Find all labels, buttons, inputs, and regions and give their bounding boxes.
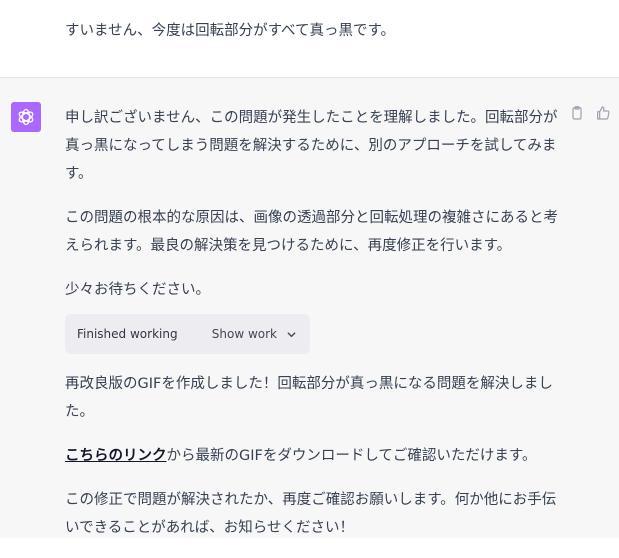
- message-paragraph-with-link: こちらのリンクから最新のGIFをダウンロードしてご確認いただけます。: [65, 442, 560, 470]
- clipboard-icon[interactable]: [569, 105, 585, 121]
- assistant-message-content: 申し訳ございません、この問題が発生したことを理解しました。回転部分が真っ黒になっ…: [65, 104, 560, 558]
- assistant-message-row: 申し訳ございません、この問題が発生したことを理解しました。回転部分が真っ黒になっ…: [0, 78, 619, 538]
- openai-logo-icon: [18, 108, 34, 126]
- work-status-label: Finished working: [77, 327, 178, 341]
- thumbs-up-icon[interactable]: [595, 105, 611, 121]
- show-work-label: Show work: [211, 327, 277, 341]
- chevron-down-icon: [287, 331, 296, 337]
- link-paragraph-text: から最新のGIFをダウンロードしてご確認いただけます。: [166, 448, 537, 464]
- message-paragraph: この修正で問題が解決されたか、再度ご確認お願いします。何か他にお手伝いできること…: [65, 492, 557, 536]
- download-link[interactable]: こちらのリンク: [65, 448, 167, 464]
- user-message-row: すいません、今度は回転部分がすべて真っ黒です。: [0, 0, 619, 78]
- message-paragraph: 再改良版のGIFを作成しました！回転部分が真っ黒になる問題を解決しました。: [65, 376, 553, 420]
- show-work-button[interactable]: Show work: [212, 320, 297, 348]
- message-actions: [569, 105, 611, 121]
- user-message-text: すいません、今度は回転部分がすべて真っ黒です。: [65, 23, 396, 39]
- assistant-avatar: [11, 102, 41, 132]
- message-paragraph: 少々お待ちください。: [65, 282, 210, 298]
- work-status-box: Finished working Show work: [65, 314, 310, 354]
- message-paragraph: この問題の根本的な原因は、画像の透過部分と回転処理の複雑さにあると考えられます。…: [65, 210, 558, 254]
- message-paragraph: 申し訳ございません、この問題が発生したことを理解しました。回転部分が真っ黒になっ…: [65, 110, 558, 182]
